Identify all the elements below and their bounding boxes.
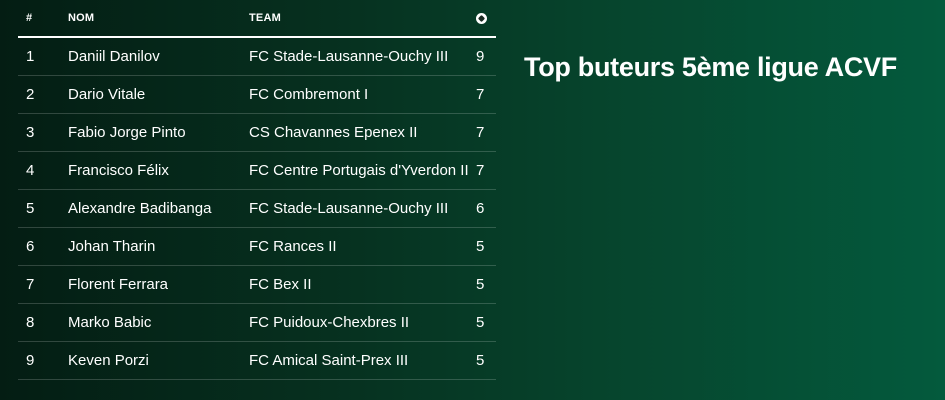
table-row: 1 Daniil Danilov FC Stade-Lausanne-Ouchy… <box>18 37 496 76</box>
row-player-name: Johan Tharin <box>68 238 156 255</box>
table-row: 5 Alexandre Badibanga FC Stade-Lausanne-… <box>18 189 496 228</box>
row-rank: 7 <box>26 276 35 293</box>
row-rank: 2 <box>26 86 35 103</box>
row-team: FC Combremont I <box>249 86 369 103</box>
row-player-name: Florent Ferrara <box>68 276 169 293</box>
row-goals: 7 <box>476 86 485 103</box>
header-team: TEAM <box>249 0 476 38</box>
row-team: FC Centre Portugais d'Yverdon II <box>249 162 469 179</box>
row-goals: 5 <box>476 238 485 255</box>
row-team: FC Bex II <box>249 276 312 293</box>
soccer-ball-icon <box>476 12 487 24</box>
scorers-table: # NOM TEAM 1 Daniil Danilov FC Stade-Lau… <box>18 0 496 380</box>
row-team: FC Puidoux-Chexbres II <box>249 314 410 331</box>
row-player-name: Francisco Félix <box>68 162 169 179</box>
table-header-row: # NOM TEAM <box>18 0 496 38</box>
row-player-name: Daniil Danilov <box>68 48 160 65</box>
row-team: FC Stade-Lausanne-Ouchy III <box>249 200 449 217</box>
row-goals: 6 <box>476 200 485 217</box>
table-row: 7 Florent Ferrara FC Bex II 5 <box>18 265 496 304</box>
row-team: FC Rances II <box>249 238 337 255</box>
row-goals: 5 <box>476 352 485 369</box>
table-row: 2 Dario Vitale FC Combremont I 7 <box>18 75 496 114</box>
row-rank: 4 <box>26 162 35 179</box>
row-rank: 5 <box>26 200 35 217</box>
row-rank: 8 <box>26 314 35 331</box>
row-player-name: Keven Porzi <box>68 352 149 369</box>
row-player-name: Dario Vitale <box>68 86 146 103</box>
row-team: FC Stade-Lausanne-Ouchy III <box>249 48 449 65</box>
row-rank: 3 <box>26 124 35 141</box>
row-rank: 6 <box>26 238 35 255</box>
row-goals: 7 <box>476 162 485 179</box>
page-title: Top buteurs 5ème ligue ACVF <box>524 52 897 82</box>
row-team: FC Amical Saint-Prex III <box>249 352 409 369</box>
row-goals: 5 <box>476 314 485 331</box>
row-player-name: Marko Babic <box>68 314 152 331</box>
row-goals: 7 <box>476 124 485 141</box>
header-name: NOM <box>68 0 249 38</box>
table-row: 6 Johan Tharin FC Rances II 5 <box>18 227 496 266</box>
table-row: 9 Keven Porzi FC Amical Saint-Prex III 5 <box>18 341 496 380</box>
row-player-name: Fabio Jorge Pinto <box>68 124 186 141</box>
scorers-table-container: # NOM TEAM 1 Daniil Danilov FC Stade-Lau… <box>18 0 496 380</box>
table-row: 4 Francisco Félix FC Centre Portugais d'… <box>18 151 496 190</box>
table-row: 3 Fabio Jorge Pinto CS Chavannes Epenex … <box>18 113 496 152</box>
header-goals <box>476 0 496 38</box>
row-goals: 9 <box>476 48 485 65</box>
row-player-name: Alexandre Badibanga <box>68 200 212 217</box>
table-row: 8 Marko Babic FC Puidoux-Chexbres II 5 <box>18 303 496 342</box>
row-rank: 9 <box>26 352 35 369</box>
row-team: CS Chavannes Epenex II <box>249 124 418 141</box>
header-rank: # <box>18 0 68 38</box>
row-goals: 5 <box>476 276 485 293</box>
row-rank: 1 <box>26 48 35 65</box>
